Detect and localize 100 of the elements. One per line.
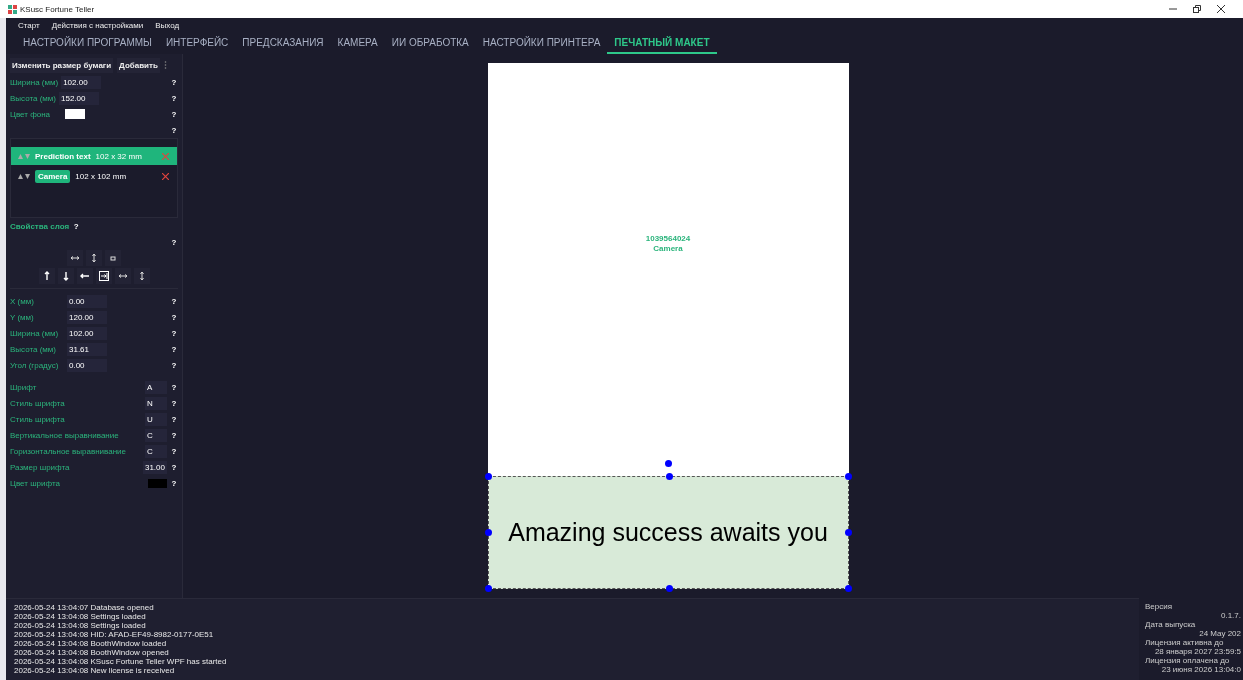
prediction-text: Amazing success awaits you [508,518,828,547]
tab[interactable]: ПРЕДСКАЗАНИЯ [235,32,331,54]
tab[interactable]: НАСТРОЙКИ ПРОГРАММЫ [16,32,159,54]
resize-handle[interactable] [484,473,492,480]
input-field[interactable]: 0.00 [67,358,107,372]
camera-label: Camera [653,244,683,254]
layer-item[interactable]: Camera 102 x 102 mm [11,167,177,185]
tab[interactable]: КАМЕРА [330,32,385,54]
help-mark[interactable]: ? [170,93,178,103]
resize-handle[interactable] [484,529,492,536]
help-mark[interactable]: ? [170,382,178,392]
log-line: 2026-05-24 13:04:08 HID: AFAD-EF49-8982-0177-0E51 [14,630,215,639]
help-mark[interactable]: ? [170,398,178,408]
stretch-vertical-icon[interactable] [133,268,150,284]
layer-size: 102 x 102 mm [75,171,127,181]
log-line: 2026-05-24 13:04:08 KSusc Fortune Teller WPF has started [14,657,228,666]
minimize-icon[interactable] [1169,5,1177,13]
help-mark[interactable]: ? [170,237,178,247]
input-field[interactable]: 31.61 [67,342,107,356]
dropdown[interactable]: C [145,428,167,442]
info-label: Лицензия оплачена до [1145,656,1231,665]
input-field[interactable]: 0.00 [67,294,107,308]
field-label: Y (мм) [10,312,35,322]
help-mark[interactable]: ? [170,328,178,338]
info-value: 24 May 202 [1198,629,1241,638]
menu-item[interactable]: Выход [155,20,180,30]
field-label: Высота (мм) [10,344,58,354]
help-mark[interactable]: ? [170,478,178,488]
help-mark[interactable]: ? [170,77,178,87]
input-field[interactable]: 152.00 [59,91,100,105]
log-line: 2026-05-24 13:04:08 Settings loaded [14,621,147,630]
restore-icon[interactable] [1193,5,1201,13]
info-value: 28 января 2027 23:59:5 [1153,647,1241,656]
input-field[interactable]: 102.00 [61,75,102,89]
help-mark[interactable]: ? [170,344,178,354]
resize-handle[interactable] [844,585,852,592]
resize-handle[interactable] [665,473,673,480]
info-value: 23 июня 2026 13:04:0 [1160,665,1241,674]
stretch-horizontal-icon[interactable] [114,268,131,284]
field-label: Стиль шрифта [10,414,65,424]
app-logo-icon [8,4,17,14]
input-field[interactable]: 120.00 [67,310,107,324]
camera-id: 1039564024 [645,234,691,244]
field-label: Вертикальное выравнивание [10,430,119,440]
dropdown[interactable]: N [145,396,167,410]
log-line: 2026-05-24 13:04:08 New license is received [14,666,176,675]
info-value: 0.1.7. [1220,611,1241,620]
field-label: Угол (градус) [10,360,60,370]
field-label: Шрифт [10,382,37,392]
tab[interactable]: ПЕЧАТНЫЙ МАКЕТ [607,32,717,54]
dropdown[interactable]: A [145,380,167,394]
delete-icon[interactable] [162,172,169,180]
menu-item[interactable]: Старт [18,20,40,30]
toolbar-button[interactable]: Изменить размер бумаги [10,57,114,73]
input-field[interactable]: 102.00 [67,326,107,340]
help-mark[interactable]: ? [170,414,178,424]
rotate-handle[interactable] [664,460,672,467]
help-mark[interactable]: ? [170,296,178,306]
field-label: Размер шрифта [10,462,70,472]
stretch-horizontal-icon[interactable] [67,250,83,266]
help-mark[interactable]: ? [170,446,178,456]
menu-item[interactable]: Действия с настройками [51,20,144,30]
up-down-arrows-icon[interactable] [18,173,30,179]
resize-handle[interactable] [844,473,852,480]
color-swatch[interactable] [65,109,86,119]
arrow-up-icon[interactable] [38,268,55,284]
arrow-left-icon[interactable] [76,268,93,284]
info-label: Дата выпуска [1145,620,1197,629]
field-label: X (мм) [10,296,35,306]
field-label: Цвет шрифта [10,478,60,488]
close-icon[interactable] [1217,5,1225,13]
log-line: 2026-05-24 13:04:08 Settings loaded [14,612,147,621]
help-mark[interactable]: ? [170,125,178,135]
help-mark[interactable]: ? [170,462,178,472]
layer-name: Prediction text [35,151,91,161]
dropdown[interactable]: U [145,412,167,426]
stretch-vertical-icon[interactable] [86,250,102,266]
toolbar-button[interactable]: Добавить [117,57,160,73]
layer-name: Camera [35,169,71,183]
help-mark[interactable]: ? [72,221,81,231]
tab[interactable]: ИНТЕРФЕЙС [158,32,236,54]
help-mark[interactable]: ? [170,109,178,119]
color-swatch[interactable] [148,478,167,488]
tab[interactable]: ИИ ОБРАБОТКА [384,32,476,54]
help-mark[interactable]: ? [170,430,178,440]
tab[interactable]: НАСТРОЙКИ ПРИНТЕРА [475,32,608,54]
more-icon[interactable] [163,61,167,69]
info-label: Версия [1145,602,1174,611]
help-mark[interactable]: ? [170,360,178,370]
resize-handle[interactable] [844,529,852,536]
log-line: 2026-05-24 13:04:08 BoothWindow opened [14,648,170,657]
resize-handle[interactable] [665,585,673,592]
square-icon[interactable] [105,250,121,266]
help-mark[interactable]: ? [170,312,178,322]
input-field[interactable]: 31.00 [142,460,167,474]
arrow-down-icon[interactable] [57,268,74,284]
text-layer[interactable]: Amazing success awaits you [487,476,849,589]
dropdown[interactable]: C [145,444,167,458]
resize-handle[interactable] [484,585,492,592]
align-right-icon[interactable] [95,268,112,284]
